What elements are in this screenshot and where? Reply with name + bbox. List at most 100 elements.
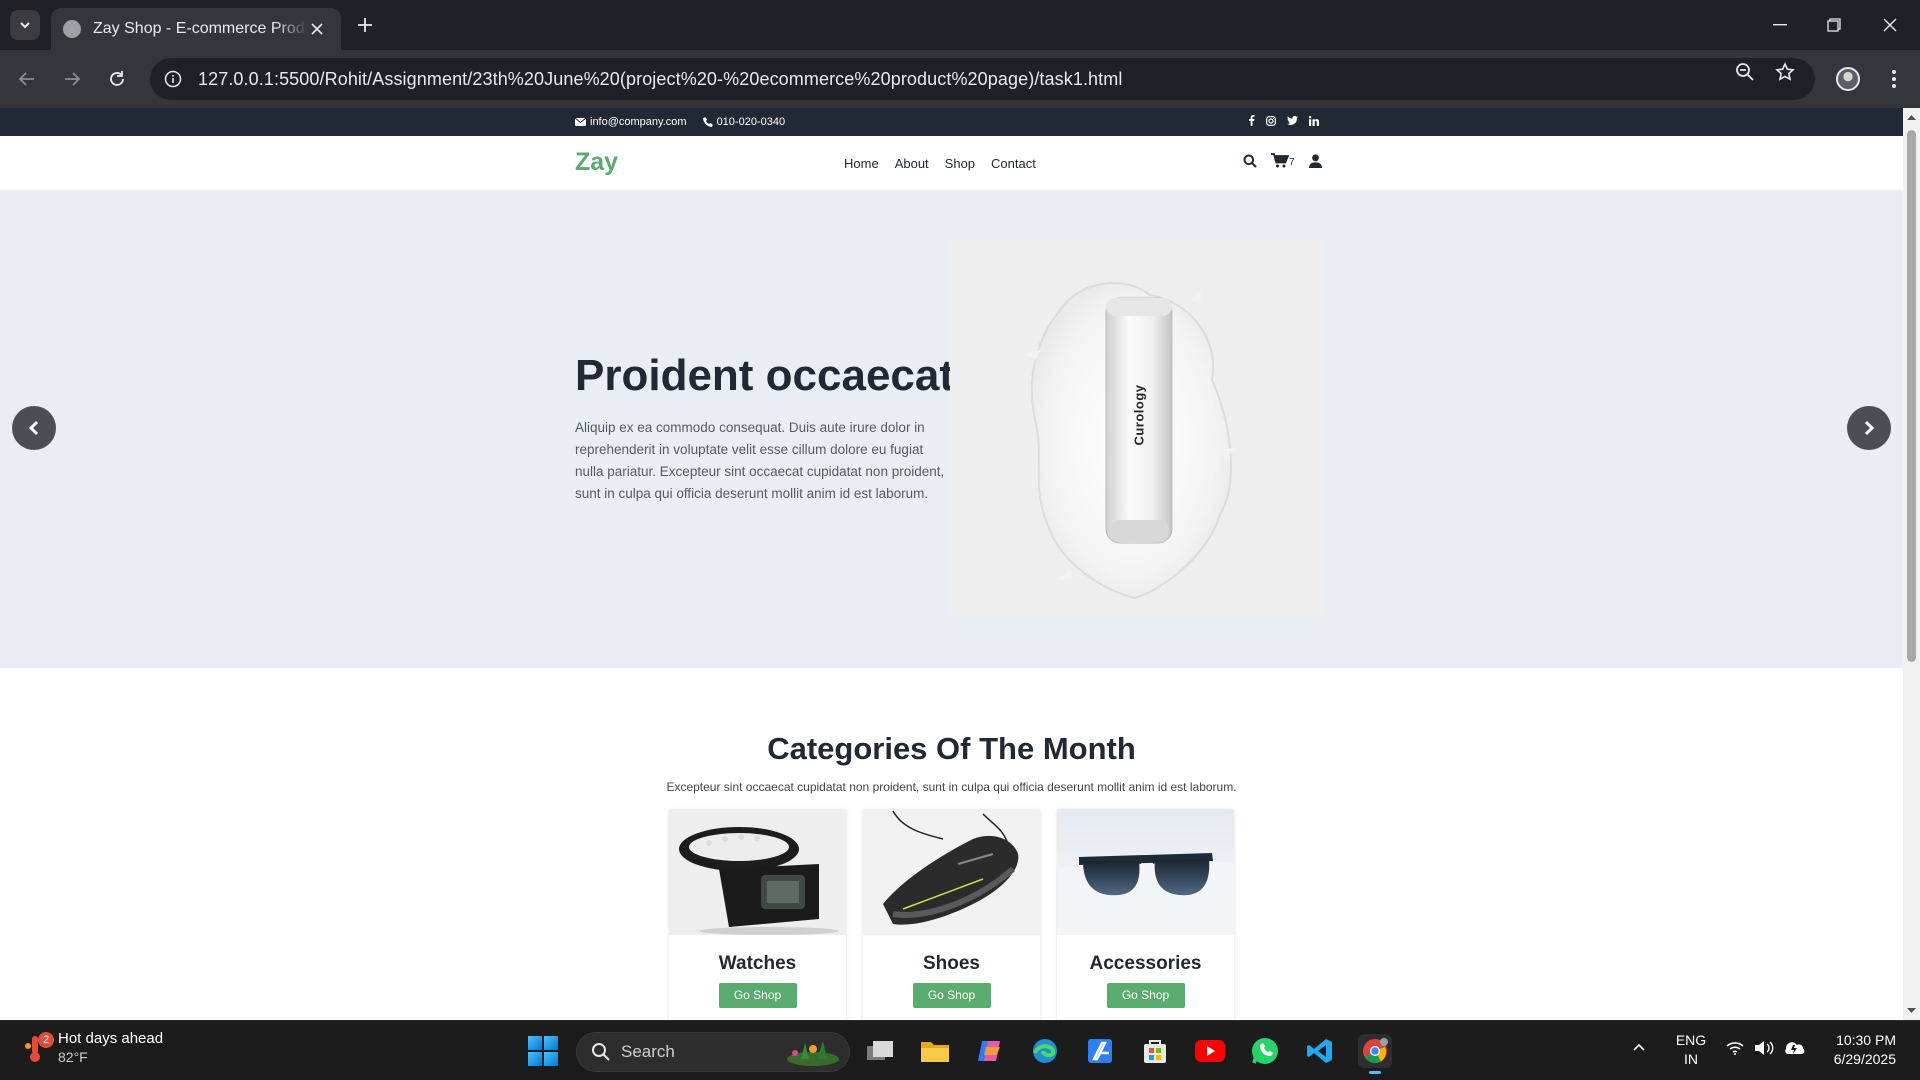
wifi-icon[interactable] <box>1726 1041 1744 1060</box>
go-shop-button[interactable]: Go Shop <box>912 983 991 1008</box>
watch-image <box>669 809 846 935</box>
vs-code-alt-icon[interactable] <box>1083 1034 1117 1068</box>
envelope-icon <box>575 118 586 126</box>
categories-subtitle: Excepteur sint occaecat cupidatat non pr… <box>666 780 1237 794</box>
tab-title: Zay Shop - E-commerce Product Page <box>93 20 308 37</box>
address-bar[interactable]: 127.0.0.1:5500/Rohit/Assignment/23th%20J… <box>150 58 1815 100</box>
category-card-shoes: Shoes Go Shop <box>863 809 1040 1020</box>
main-navbar: Zay Home About Shop Contact 7 <box>0 136 1903 191</box>
copilot-icon[interactable] <box>973 1034 1007 1068</box>
email-contact[interactable]: info@company.com <box>575 116 687 128</box>
thermometer-icon: 2 <box>24 1032 54 1064</box>
nav-home[interactable]: Home <box>836 156 887 171</box>
scroll-down-icon[interactable] <box>1906 1005 1917 1016</box>
nav-contact[interactable]: Contact <box>983 156 1044 171</box>
weather-badge: 2 <box>38 1032 54 1048</box>
plus-icon <box>358 18 372 32</box>
sunglasses-image <box>1057 809 1234 935</box>
vscode-icon[interactable] <box>1303 1034 1337 1068</box>
chrome-icon[interactable] <box>1358 1034 1392 1074</box>
clock-time: 10:30 PM <box>1836 1032 1896 1048</box>
taskbar-search[interactable]: Search <box>576 1032 850 1072</box>
system-clock[interactable]: 10:30 PM 6/29/2025 <box>1820 1031 1896 1069</box>
active-tab[interactable]: Zay Shop - E-commerce Product Page <box>51 8 341 50</box>
nav-about[interactable]: About <box>887 156 937 171</box>
hero-product-image: Curology <box>950 240 1325 617</box>
cart-button[interactable]: 7 <box>1271 153 1295 168</box>
go-shop-button[interactable]: Go Shop <box>718 983 797 1008</box>
weather-temp: 82°F <box>58 1049 88 1065</box>
product-brand-label: Curology <box>1131 384 1147 446</box>
start-button[interactable] <box>528 1036 558 1066</box>
battery-icon[interactable] <box>1784 1039 1806 1060</box>
minimize-button[interactable] <box>1752 0 1808 50</box>
restore-button[interactable] <box>1806 0 1862 50</box>
category-name: Shoes <box>922 953 981 974</box>
volume-icon[interactable] <box>1754 1040 1774 1061</box>
whatsapp-icon[interactable] <box>1248 1034 1282 1068</box>
edge-icon[interactable] <box>1028 1034 1062 1068</box>
microsoft-store-icon[interactable] <box>1138 1034 1172 1068</box>
phone-contact[interactable]: 010-020-0340 <box>702 116 786 128</box>
scrollbar-thumb[interactable] <box>1907 130 1916 662</box>
categories-title: Categories Of The Month <box>767 731 1136 766</box>
tab-search-button[interactable] <box>10 10 40 40</box>
shoe-image <box>863 809 1040 935</box>
brand-logo[interactable]: Zay <box>575 148 618 177</box>
close-window-button[interactable] <box>1862 0 1918 50</box>
page-viewport: info@company.com 010-020-0340 Zay Home A… <box>0 108 1903 1020</box>
carousel-next-button[interactable] <box>1847 406 1891 450</box>
language-indicator[interactable]: ENG IN <box>1674 1031 1708 1069</box>
main-menu: Home About Shop Contact <box>836 156 1044 171</box>
nav-shop[interactable]: Shop <box>937 156 983 171</box>
reload-icon <box>110 71 124 86</box>
task-view-icon[interactable] <box>863 1034 897 1068</box>
new-tab-button[interactable] <box>352 12 378 38</box>
linkedin-icon[interactable] <box>1309 115 1319 126</box>
arrow-right-icon <box>65 72 81 86</box>
bookmark-star-icon[interactable] <box>1773 60 1797 84</box>
categories-section: Categories Of The Month Excepteur sint o… <box>0 668 1903 1020</box>
phone-text: 010-020-0340 <box>716 116 786 128</box>
youtube-icon[interactable] <box>1193 1034 1227 1068</box>
clock-date: 6/29/2025 <box>1833 1051 1896 1067</box>
windows-taskbar: 2 Hot days ahead 82°F Search ENG IN 10:3… <box>0 1020 1920 1080</box>
carousel-prev-button[interactable] <box>12 406 56 450</box>
top-info-bar: info@company.com 010-020-0340 <box>0 108 1903 136</box>
site-info-icon[interactable] <box>162 68 184 90</box>
url-text: 127.0.0.1:5500/Rohit/Assignment/23th%20J… <box>198 68 1123 89</box>
lang-region: IN <box>1684 1051 1698 1067</box>
file-explorer-icon[interactable] <box>918 1034 952 1068</box>
phone-icon <box>702 117 713 127</box>
go-shop-button[interactable]: Go Shop <box>1106 983 1185 1008</box>
more-menu-icon[interactable] <box>1884 66 1904 92</box>
chevron-left-icon <box>28 420 39 436</box>
page-scrollbar[interactable] <box>1903 108 1920 1020</box>
restore-icon <box>1827 18 1841 32</box>
back-button[interactable] <box>14 66 40 92</box>
scroll-up-icon[interactable] <box>1906 112 1917 123</box>
user-icon[interactable] <box>1308 153 1322 168</box>
lang-primary: ENG <box>1675 1032 1707 1048</box>
cart-count-badge: 7 <box>1289 157 1295 168</box>
forward-button[interactable] <box>59 66 85 92</box>
zoom-icon[interactable] <box>1733 60 1757 84</box>
cart-icon <box>1271 153 1289 168</box>
search-icon <box>592 1043 610 1061</box>
hero-title: Proident occaecat <box>575 351 955 400</box>
weather-title: Hot days ahead <box>58 1030 164 1047</box>
reload-button[interactable] <box>104 66 130 92</box>
facebook-icon[interactable] <box>1248 115 1255 126</box>
category-name: Accessories <box>1089 953 1202 974</box>
weather-widget[interactable]: 2 Hot days ahead 82°F <box>24 1029 163 1067</box>
search-icon[interactable] <box>1243 154 1257 168</box>
profile-avatar[interactable] <box>1836 67 1860 91</box>
twitter-icon[interactable] <box>1287 116 1298 125</box>
show-hidden-icons[interactable] <box>1632 1039 1646 1057</box>
close-tab-icon[interactable] <box>307 19 327 39</box>
windows-logo-icon <box>528 1036 542 1050</box>
hero-carousel: Proident occaecat Aliquip ex ea commodo … <box>0 191 1903 668</box>
instagram-icon[interactable] <box>1266 115 1276 126</box>
chevron-right-icon <box>1864 420 1875 436</box>
browser-toolbar: 127.0.0.1:5500/Rohit/Assignment/23th%20J… <box>0 50 1920 108</box>
